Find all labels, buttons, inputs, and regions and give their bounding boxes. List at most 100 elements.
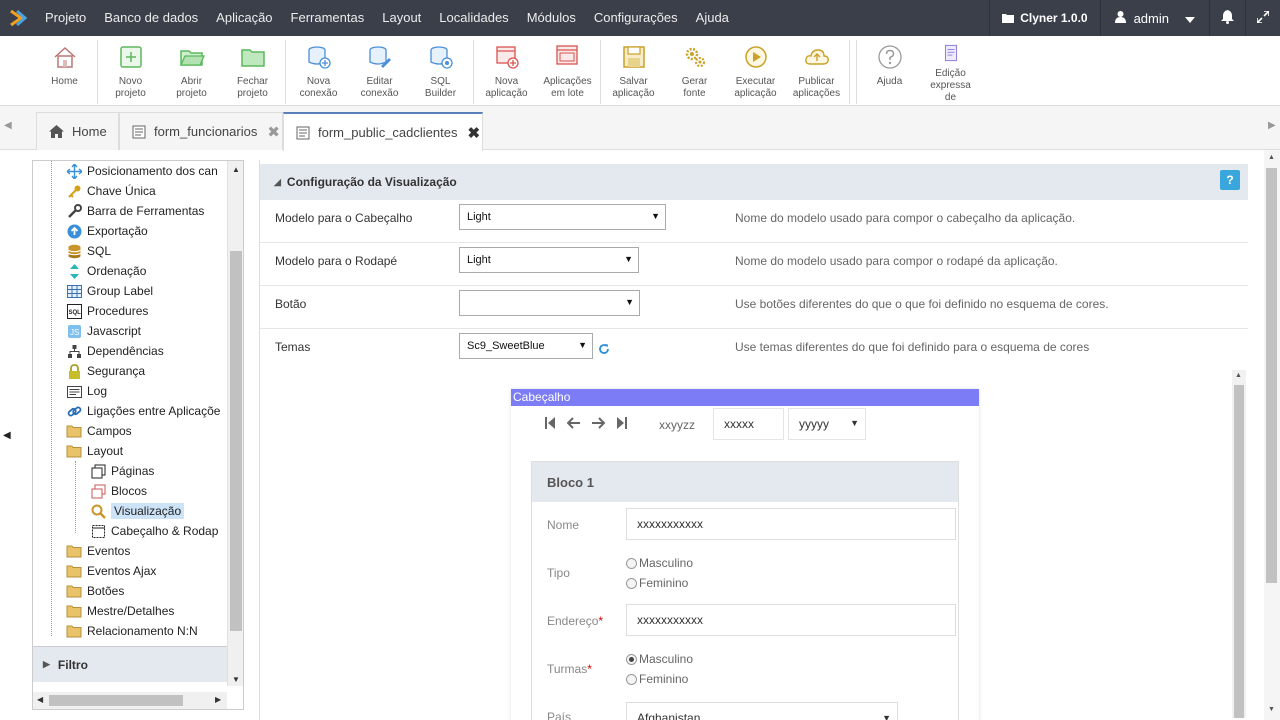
scriptcase-logo[interactable]: [0, 0, 36, 36]
fechar-projeto-button[interactable]: Fechar projeto: [222, 40, 283, 104]
tree-item-ligacoes[interactable]: Ligações entre Aplicaçõe: [65, 401, 220, 421]
tabs-scroll-left-icon[interactable]: ◀: [4, 120, 12, 131]
nome-input[interactable]: xxxxxxxxxxx: [626, 508, 956, 540]
tree-item-barra-ferramentas[interactable]: Barra de Ferramentas: [65, 201, 204, 221]
scroll-left-icon[interactable]: ◀: [37, 695, 43, 704]
tree-horizontal-scrollbar[interactable]: ◀ ▶: [33, 692, 227, 709]
previous-arrow-icon[interactable]: [566, 416, 581, 433]
tab-form-funcionarios[interactable]: form_funcionarios ✖: [119, 112, 283, 150]
sql-builder-button[interactable]: SQL Builder: [410, 40, 471, 104]
tree-item-dependencias[interactable]: Dependências: [65, 341, 164, 361]
page-scrollbar[interactable]: ▲ ▼: [1264, 150, 1280, 720]
help-button[interactable]: ?: [1220, 170, 1240, 190]
menu-modulos[interactable]: Módulos: [518, 0, 585, 36]
tree-item-chave-unica[interactable]: Chave Única: [65, 181, 156, 201]
turmas-radio-masculino[interactable]: Masculino: [626, 652, 693, 666]
ajuda-button[interactable]: Ajuda: [859, 40, 920, 104]
menu-projeto[interactable]: Projeto: [36, 0, 95, 36]
tabs-scroll-right-icon[interactable]: ▶: [1268, 120, 1276, 131]
section-header[interactable]: ◢ Configuração da Visualização ?: [260, 164, 1248, 200]
pais-select[interactable]: Afghanistan ▼: [626, 702, 898, 720]
tree-vertical-scrollbar[interactable]: ▲ ▼: [227, 161, 243, 686]
scroll-up-icon[interactable]: ▲: [1235, 372, 1242, 379]
filter-label: Filtro: [57, 657, 88, 672]
tree-item-eventos-ajax[interactable]: Eventos Ajax: [65, 561, 156, 581]
notifications-button[interactable]: [1209, 0, 1245, 36]
tree-item-layout[interactable]: Layout: [65, 441, 123, 461]
publicar-aplicacoes-button[interactable]: Publicar aplicações: [786, 40, 847, 104]
tree-item-eventos[interactable]: Eventos: [65, 541, 130, 561]
tipo-radio-masculino[interactable]: Masculino: [626, 556, 693, 570]
project-selector[interactable]: Clyner 1.0.0: [989, 0, 1099, 36]
tipo-radio-feminino[interactable]: Feminino: [626, 576, 688, 590]
scrollbar-thumb[interactable]: [49, 695, 183, 706]
menu-localidades[interactable]: Localidades: [430, 0, 517, 36]
tree-item-posicionamento[interactable]: Posicionamento dos can: [65, 161, 218, 181]
tree-item-paginas[interactable]: Páginas: [89, 461, 154, 481]
novo-projeto-button[interactable]: Novo projeto: [100, 40, 161, 104]
menu-ferramentas[interactable]: Ferramentas: [282, 0, 374, 36]
refresh-icon[interactable]: [598, 343, 610, 358]
tree-item-log[interactable]: Log: [65, 381, 107, 401]
gerar-fonte-label: Gerar fonte: [681, 76, 708, 99]
abrir-projeto-button[interactable]: Abrir projeto: [161, 40, 222, 104]
menu-aplicacao[interactable]: Aplicação: [207, 0, 281, 36]
button-select[interactable]: ▼: [459, 290, 640, 316]
editar-conexao-button[interactable]: Editar conexão: [349, 40, 410, 104]
select-value: Light: [467, 254, 491, 266]
tree-item-campos[interactable]: Campos: [65, 421, 132, 441]
tree-item-blocos[interactable]: Blocos: [89, 481, 147, 501]
next-arrow-icon[interactable]: [591, 416, 606, 433]
header-template-select[interactable]: Light ▼: [459, 204, 666, 230]
endereco-input[interactable]: xxxxxxxxxxx: [626, 604, 956, 636]
scroll-right-icon[interactable]: ▶: [215, 695, 221, 704]
salvar-aplicacao-button[interactable]: Salvar aplicação: [603, 40, 664, 104]
tree-item-visualizacao[interactable]: Visualização: [89, 501, 185, 521]
last-page-icon[interactable]: [616, 416, 628, 433]
tree-item-exportacao[interactable]: Exportação: [65, 221, 148, 241]
fullscreen-button[interactable]: [1245, 0, 1280, 36]
scrollbar-thumb[interactable]: [1266, 168, 1277, 583]
nova-aplicacao-button[interactable]: Nova aplicação: [476, 40, 537, 104]
tree-item-cabecalho-rodape[interactable]: Cabeçalho & Rodap: [89, 521, 218, 541]
aplicacoes-lote-button[interactable]: Aplicações em lote: [537, 40, 598, 104]
first-page-icon[interactable]: [544, 416, 556, 433]
tree-item-procedures[interactable]: SQL Procedures: [65, 301, 148, 321]
tree-item-mestre-detalhes[interactable]: Mestre/Detalhes: [65, 601, 174, 621]
menu-configuracoes[interactable]: Configurações: [585, 0, 687, 36]
tab-home[interactable]: Home: [36, 112, 119, 150]
tree-item-relacionamento[interactable]: Relacionamento N:N: [65, 621, 198, 641]
theme-select[interactable]: Sc9_SweetBlue ▼: [459, 333, 593, 359]
close-icon[interactable]: ✖: [467, 124, 480, 142]
tree-item-botoes[interactable]: Botões: [65, 581, 124, 601]
scrollbar-thumb[interactable]: [1234, 385, 1244, 718]
gerar-fonte-button[interactable]: Gerar fonte: [664, 40, 725, 104]
close-icon[interactable]: ✖: [267, 123, 280, 141]
scroll-down-icon[interactable]: ▼: [232, 675, 240, 684]
tree-item-javascript[interactable]: JS Javascript: [65, 321, 141, 341]
edicao-expressa-button[interactable]: Edição expressa de: [920, 40, 981, 104]
filter-section-header[interactable]: ▶ Filtro: [33, 646, 227, 682]
home-button[interactable]: Home: [34, 40, 95, 104]
menu-layout[interactable]: Layout: [373, 0, 430, 36]
tree-item-seguranca[interactable]: Segurança: [65, 361, 145, 381]
tree-item-group-label[interactable]: Group Label: [65, 281, 153, 301]
collapse-left-panel-icon[interactable]: ◀: [3, 430, 11, 441]
menu-banco-de-dados[interactable]: Banco de dados: [95, 0, 207, 36]
scroll-down-icon[interactable]: ▼: [1268, 706, 1275, 713]
executar-aplicacao-button[interactable]: Executar aplicação: [725, 40, 786, 104]
nova-conexao-button[interactable]: Nova conexão: [288, 40, 349, 104]
page-size-select[interactable]: yyyyy ▼: [788, 408, 866, 440]
scroll-up-icon[interactable]: ▲: [1268, 154, 1275, 161]
footer-template-select[interactable]: Light ▼: [459, 247, 639, 273]
preview-scrollbar[interactable]: ▲: [1232, 370, 1246, 718]
scroll-up-icon[interactable]: ▲: [232, 165, 240, 174]
tree-item-sql[interactable]: SQL: [65, 241, 111, 261]
page-input[interactable]: xxxxx: [713, 408, 784, 440]
tree-item-ordenacao[interactable]: Ordenação: [65, 261, 146, 281]
user-menu[interactable]: admin: [1099, 0, 1209, 36]
tab-form-public-cadclientes[interactable]: form_public_cadclientes ✖: [283, 112, 483, 151]
turmas-radio-feminino[interactable]: Feminino: [626, 672, 688, 686]
menu-ajuda[interactable]: Ajuda: [687, 0, 738, 36]
scrollbar-thumb[interactable]: [230, 251, 242, 631]
